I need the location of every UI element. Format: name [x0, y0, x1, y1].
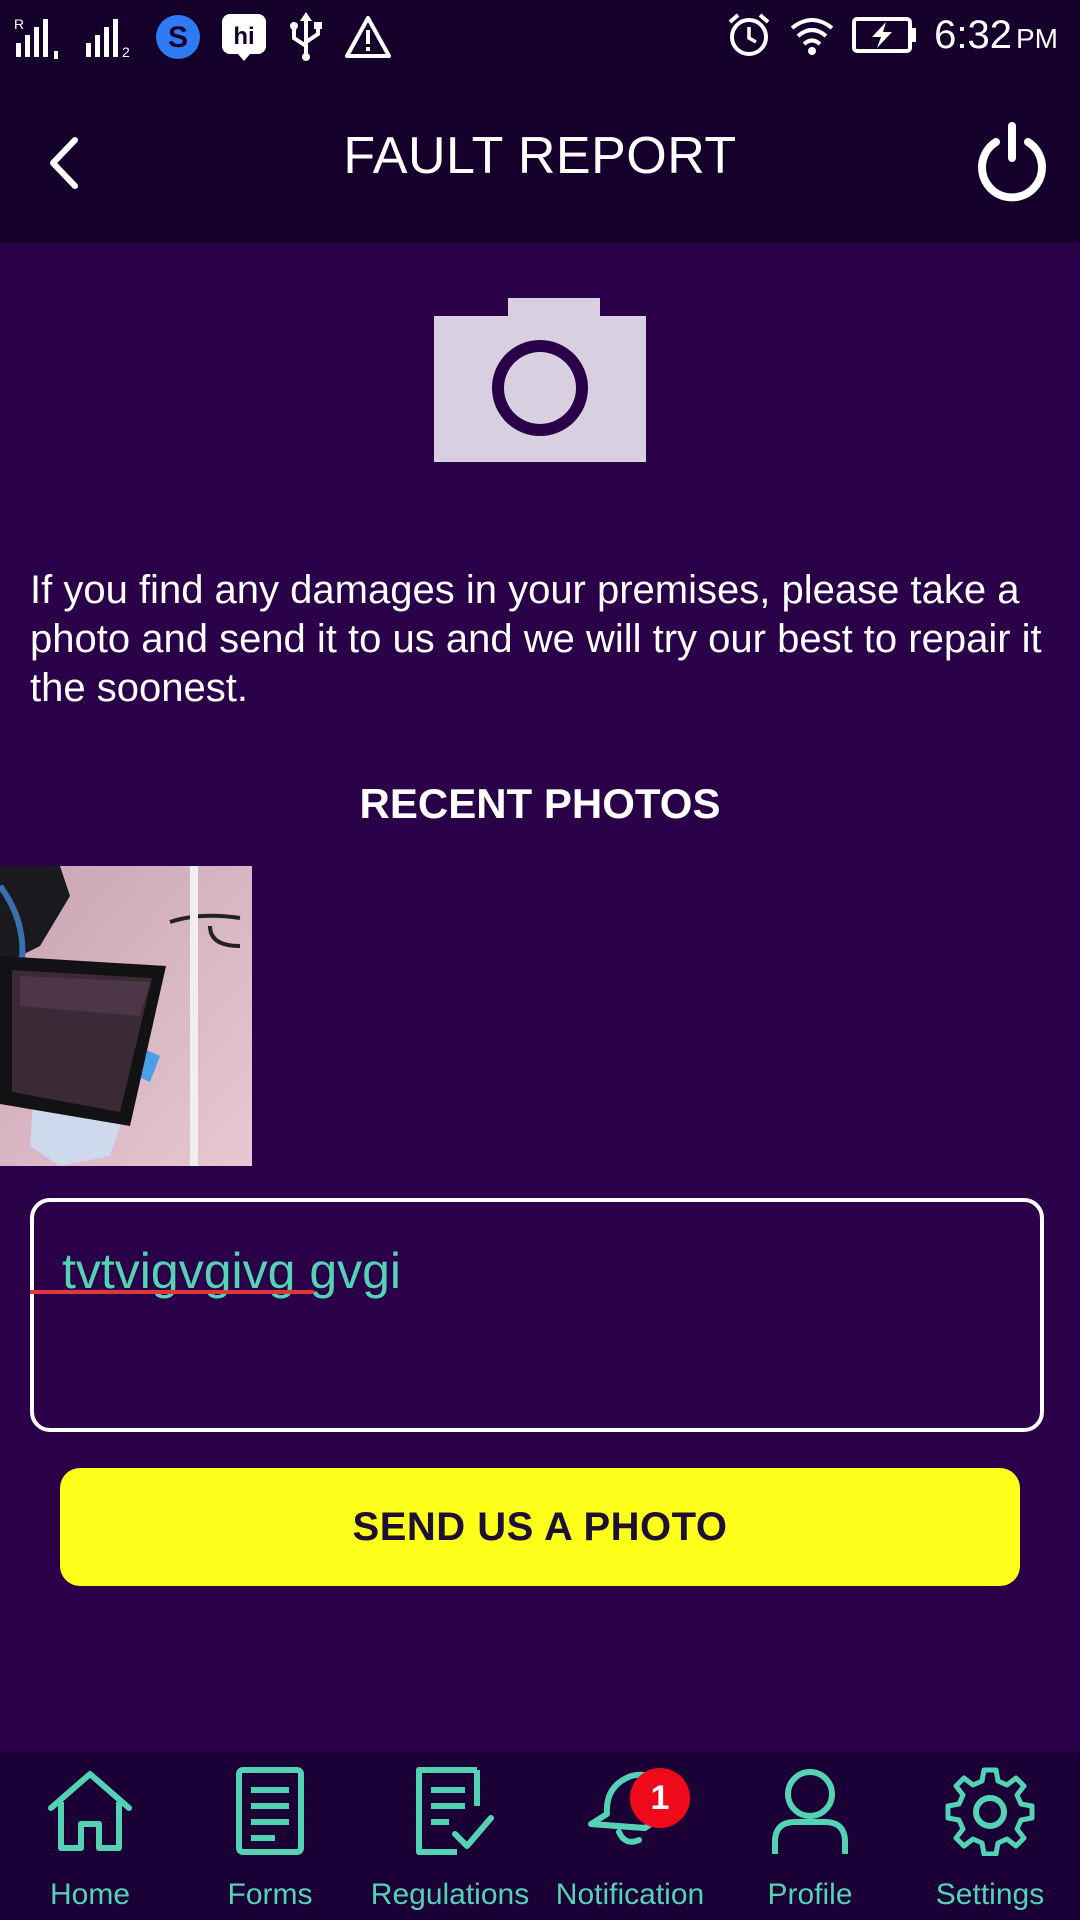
person-icon: [772, 1769, 848, 1854]
recent-photos-title: RECENT PHOTOS: [359, 780, 721, 827]
nav-item-forms[interactable]: Forms: [180, 1752, 360, 1920]
nav-item-regulations[interactable]: Regulations: [360, 1752, 540, 1920]
power-button[interactable]: [972, 118, 1052, 204]
signal-r-icon: R: [14, 16, 58, 59]
status-time: 6:32 PM: [934, 13, 1058, 58]
nav-item-profile[interactable]: Profile: [720, 1752, 900, 1920]
warning-icon: [345, 16, 391, 58]
nav-label-home: Home: [49, 1878, 131, 1911]
skype-icon: S: [156, 15, 200, 59]
camera-button[interactable]: [430, 296, 650, 466]
nav-item-notification[interactable]: Notification: [540, 1752, 720, 1920]
time-value: 6:32: [934, 12, 1012, 57]
send-photo-button[interactable]: SEND US A PHOTO: [60, 1468, 1020, 1586]
nav-item-home[interactable]: Home: [0, 1752, 180, 1920]
nav-label-notification: Notification: [555, 1878, 705, 1911]
gear-icon: [945, 1767, 1035, 1856]
svg-text:hi: hi: [233, 23, 254, 50]
camera-icon: [434, 298, 646, 462]
svg-text:S: S: [168, 21, 188, 54]
time-ampm: PM: [1016, 22, 1058, 54]
battery-charging-icon: [852, 17, 917, 53]
power-icon: [978, 122, 1046, 202]
page-title: FAULT REPORT: [343, 127, 737, 185]
nav-label-settings: Settings: [935, 1878, 1045, 1911]
spellcheck-underline: [30, 1290, 314, 1294]
nav-item-settings[interactable]: Settings: [900, 1752, 1080, 1920]
svg-text:R: R: [14, 16, 24, 32]
svg-text:2: 2: [122, 44, 130, 59]
nav-label-regulations: Regulations: [370, 1878, 530, 1911]
message-input[interactable]: tvtvigvgivg gvgi: [30, 1198, 1044, 1432]
document-icon: [236, 1767, 304, 1855]
bottom-nav: Home Forms Regulations Notification Prof…: [0, 1752, 1080, 1920]
instructions-text: If you find any damages in your premises…: [30, 568, 1042, 710]
recent-photo-thumbnail[interactable]: [0, 866, 252, 1166]
app-header: FAULT REPORT: [0, 82, 1080, 242]
home-icon: [48, 1771, 132, 1851]
back-button[interactable]: [34, 128, 94, 198]
chevron-left-icon: [50, 137, 78, 189]
hi-app-icon: hi: [222, 14, 266, 61]
nav-label-forms: Forms: [227, 1878, 313, 1911]
status-bar: R 2 S hi 6:32 PM: [0, 0, 1080, 82]
nav-label-profile: Profile: [767, 1878, 853, 1911]
photo-image: [0, 866, 252, 1166]
alarm-icon: [728, 13, 770, 56]
checklist-icon: [416, 1767, 494, 1855]
usb-icon: [290, 12, 322, 61]
signal-2-icon: 2: [86, 19, 130, 59]
notification-badge: 1: [630, 1768, 690, 1828]
wifi-icon: [790, 18, 834, 55]
fault-report-screen: R 2 S hi 6:32 PM FAULT REPORT If you fin…: [0, 0, 1080, 1920]
